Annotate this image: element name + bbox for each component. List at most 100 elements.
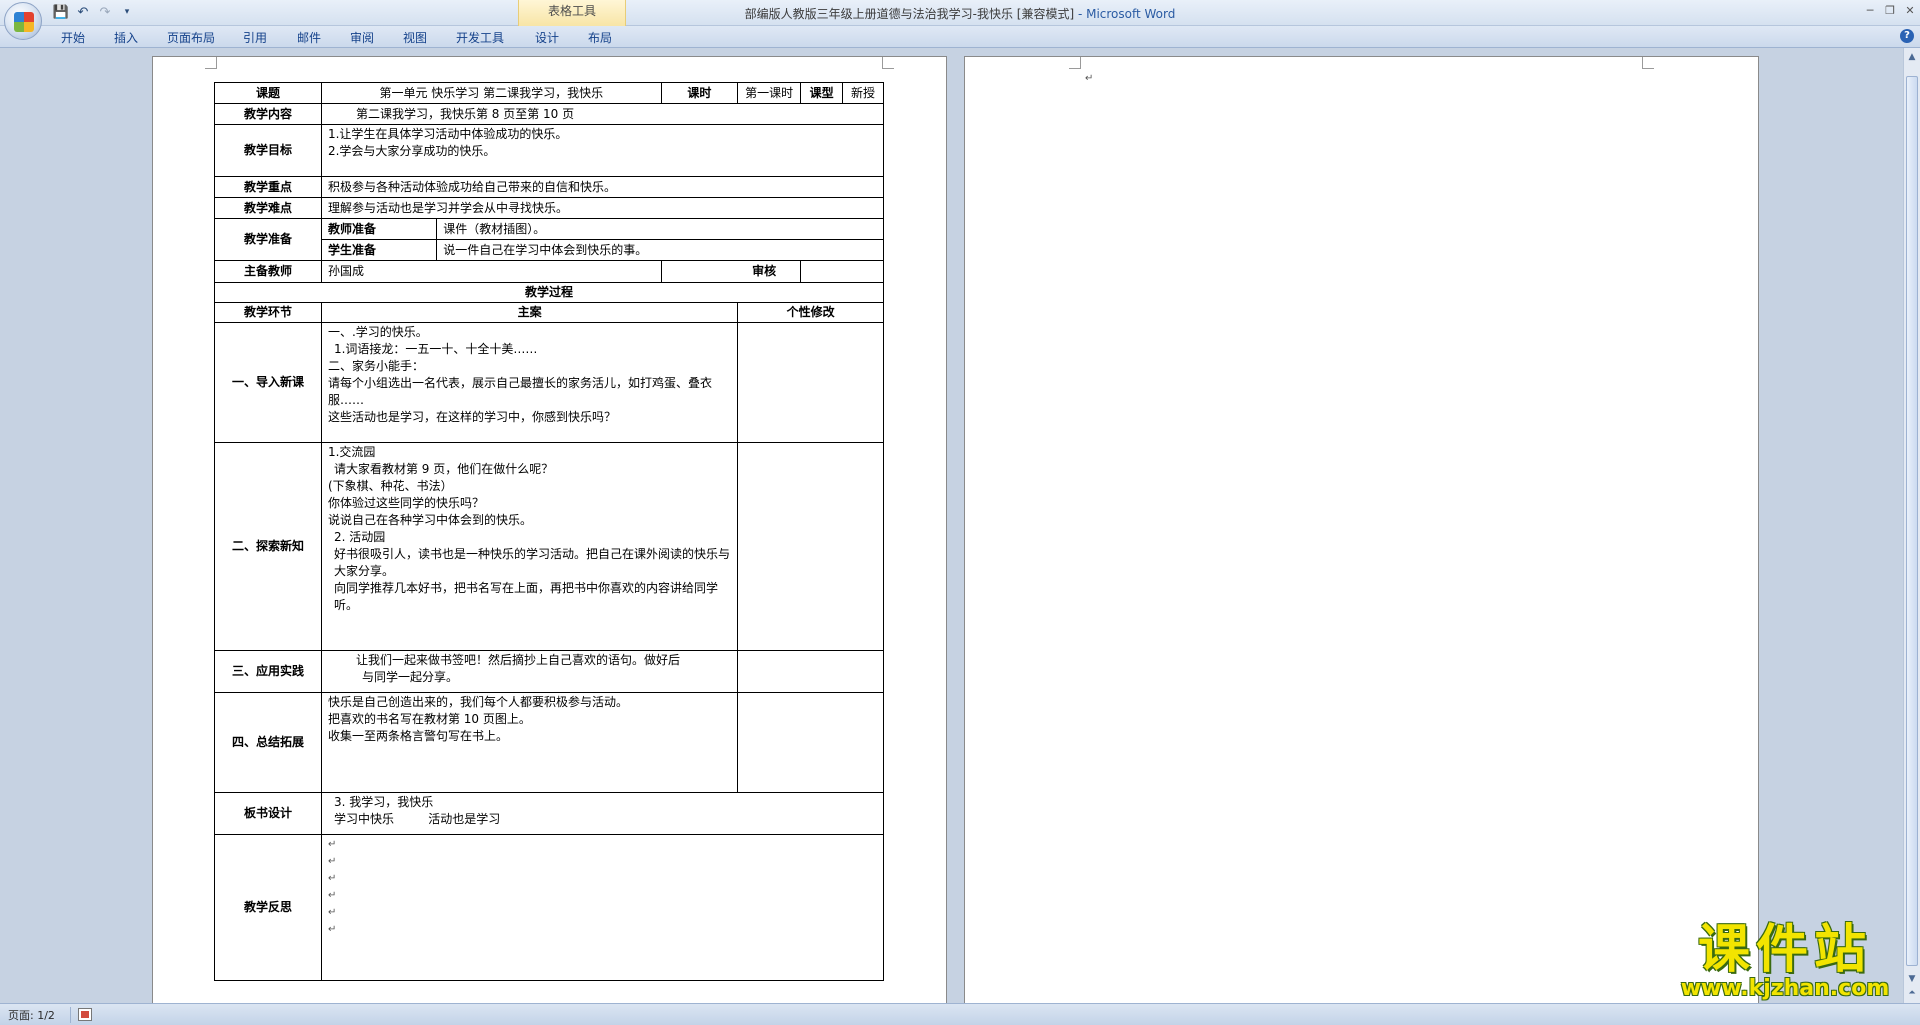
stage-4-personal[interactable] — [737, 692, 884, 793]
type-value[interactable]: 新授 — [842, 82, 884, 104]
board-content[interactable]: 3. 我学习，我快乐 学习中快乐 活动也是学习 — [320, 792, 885, 835]
main-teacher-value[interactable]: 孙国成 — [320, 260, 662, 283]
ribbon-tabs: 开始 插入 页面布局 引用 邮件 审阅 视图 开发工具 设计 布局 — [0, 26, 1920, 48]
topic-value[interactable]: 第一单元 快乐学习 第二课我学习，我快乐 — [320, 82, 662, 104]
scroll-up-icon[interactable]: ▲ — [1905, 50, 1919, 64]
help-icon[interactable]: ? — [1900, 29, 1914, 43]
tab-insert[interactable]: 插入 — [114, 29, 138, 47]
review-value[interactable] — [800, 260, 884, 283]
key-value[interactable]: 积极参与各种活动体验成功给自己带来的自信和快乐。 — [320, 176, 885, 198]
document-title: 部编版人教版三年级上册道德与法治我学习-我快乐 [兼容模式] — [744, 7, 1075, 21]
watermark-url: www.kjzhan.com — [1680, 976, 1890, 1001]
tab-view[interactable]: 视图 — [403, 29, 427, 47]
stage-line: (下象棋、种花、书法） — [327, 479, 453, 493]
stage-line: 与同学一起分享。 — [361, 670, 458, 684]
office-button[interactable] — [4, 2, 42, 40]
process-title-row: 教学过程 — [214, 282, 884, 303]
reflection-row: 教学反思 ↵ ↵ ↵ ↵ ↵ ↵ — [214, 834, 885, 981]
paragraph-mark: ↵ — [327, 907, 337, 918]
prep-label: 教学准备 — [214, 218, 322, 261]
restore-icon[interactable]: ❐ — [1880, 3, 1900, 19]
proofing-status-icon[interactable] — [78, 1008, 92, 1021]
stage-line: 2. 活动园 — [333, 530, 386, 544]
stage-1-label: 一、导入新课 — [214, 322, 322, 443]
main-teacher-label: 主备教师 — [214, 260, 322, 283]
crop-mark — [1069, 57, 1081, 69]
stage-line: 这些活动也是学习，在这样的学习中，你感到快乐吗？ — [327, 410, 616, 424]
redo-icon[interactable]: ↷ — [96, 4, 114, 21]
stage-2-personal[interactable] — [737, 442, 884, 651]
stage-line: 好书很吸引人，读书也是一种快乐的学习活动。把自己在课外阅读的快乐与大家分享。 — [333, 547, 730, 578]
previous-page-icon[interactable]: ⏶ — [1905, 986, 1919, 1000]
paragraph-mark: ↵ — [1085, 73, 1094, 84]
minimize-icon[interactable]: ─ — [1860, 3, 1880, 19]
watermark-logo: 课件站 www.kjzhan.com — [1668, 922, 1902, 1004]
content-value[interactable]: 第二课我学习，我快乐第 8 页至第 10 页 — [320, 103, 885, 125]
board-row: 板书设计 3. 我学习，我快乐 学习中快乐 活动也是学习 — [214, 792, 885, 835]
content-row: 教学内容 第二课我学习，我快乐第 8 页至第 10 页 — [214, 103, 885, 125]
paragraph-mark: ↵ — [327, 839, 337, 850]
teacher-row: 主备教师 孙国成 审核 — [214, 260, 884, 283]
stage-1-content[interactable]: 一、.学习的快乐。 1.词语接龙：一五一十、十全十美…… 二、家务小能手： 请每… — [320, 322, 739, 443]
close-icon[interactable]: ✕ — [1900, 3, 1920, 19]
stage-3-content[interactable]: 让我们一起来做书签吧！然后摘抄上自己喜欢的语句。做好后 与同学一起分享。 — [320, 650, 739, 693]
tab-developer[interactable]: 开发工具 — [456, 29, 504, 47]
stage-line: 让我们一起来做书签吧！然后摘抄上自己喜欢的语句。做好后 — [355, 653, 680, 667]
stage-3-personal[interactable] — [737, 650, 884, 693]
key-row: 教学重点 积极参与各种活动体验成功给自己带来的自信和快乐。 — [214, 176, 885, 198]
tab-review[interactable]: 审阅 — [350, 29, 374, 47]
board-line: 3. 我学习，我快乐 — [333, 795, 434, 809]
tab-mailings[interactable]: 邮件 — [297, 29, 321, 47]
stage-2-content[interactable]: 1.交流园 请大家看教材第 9 页，他们在做什么呢？ (下象棋、种花、书法） 你… — [320, 442, 739, 651]
scrollbar-thumb[interactable] — [1906, 76, 1918, 966]
reflection-content[interactable]: ↵ ↵ ↵ ↵ ↵ ↵ — [320, 834, 885, 981]
vertical-scrollbar[interactable]: ▲ ▼ ⏶ — [1903, 48, 1920, 1003]
tab-home[interactable]: 开始 — [61, 29, 85, 47]
stage-line: 1.交流园 — [327, 445, 376, 459]
col-personal-header: 个性修改 — [737, 302, 884, 323]
col-stage-header: 教学环节 — [214, 302, 322, 323]
table-tools-context-label: 表格工具 — [518, 0, 626, 26]
paragraph-mark: ↵ — [327, 873, 337, 884]
stage-line: 收集一至两条格言警句写在书上。 — [327, 729, 508, 743]
crop-mark — [1642, 57, 1654, 69]
content-label: 教学内容 — [214, 103, 322, 125]
scroll-down-icon[interactable]: ▼ — [1905, 972, 1919, 986]
tab-layout[interactable]: 布局 — [588, 29, 612, 47]
topic-row: 课题 第一单元 快乐学习 第二课我学习，我快乐 课时 第一课时 课型 新授 — [214, 82, 884, 104]
stage-line: 快乐是自己创造出来的，我们每个人都要积极参与活动。 — [327, 695, 628, 709]
stage-row-2: 二、探索新知 1.交流园 请大家看教材第 9 页，他们在做什么呢？ (下象棋、种… — [214, 442, 884, 651]
stage-1-personal[interactable] — [737, 322, 884, 443]
difficulty-value[interactable]: 理解参与活动也是学习并学会从中寻找快乐。 — [320, 197, 885, 219]
tab-references[interactable]: 引用 — [243, 29, 267, 47]
teacher-prep-value[interactable]: 课件（教材插图）。 — [436, 218, 884, 240]
teacher-prep-row: 教学准备 教师准备 课件（教材插图）。 — [214, 218, 884, 261]
undo-icon[interactable]: ↶ — [74, 4, 92, 21]
page-2[interactable]: ↵ — [964, 56, 1759, 1003]
stage-4-label: 四、总结拓展 — [214, 692, 322, 793]
goal-value[interactable]: 1.让学生在具体学习活动中体验成功的快乐。 2.学会与大家分享成功的快乐。 — [320, 124, 885, 177]
goal-row: 教学目标 1.让学生在具体学习活动中体验成功的快乐。 2.学会与大家分享成功的快… — [214, 124, 885, 177]
stage-4-content[interactable]: 快乐是自己创造出来的，我们每个人都要积极参与活动。 把喜欢的书名写在教材第 10… — [320, 692, 739, 793]
student-prep-value[interactable]: 说一件自己在学习中体会到快乐的事。 — [436, 239, 884, 261]
stage-row-4: 四、总结拓展 快乐是自己创造出来的，我们每个人都要积极参与活动。 把喜欢的书名写… — [214, 692, 884, 793]
period-label: 课时 — [660, 82, 739, 104]
difficulty-label: 教学难点 — [214, 197, 322, 219]
page-indicator[interactable]: 页面: 1/2 — [8, 1007, 55, 1023]
tab-design[interactable]: 设计 — [535, 29, 559, 47]
period-value[interactable]: 第一课时 — [737, 82, 802, 104]
stage-row-1: 一、导入新课 一、.学习的快乐。 1.词语接龙：一五一十、十全十美…… 二、家务… — [214, 322, 884, 443]
tab-page-layout[interactable]: 页面布局 — [167, 29, 215, 47]
key-label: 教学重点 — [214, 176, 322, 198]
process-title: 教学过程 — [214, 282, 884, 303]
paragraph-mark: ↵ — [327, 924, 337, 935]
topic-label: 课题 — [214, 82, 322, 104]
crop-mark — [205, 57, 217, 69]
review-label: 审核 — [660, 260, 802, 283]
customize-quick-access-icon[interactable]: ▾ — [118, 4, 136, 21]
difficulty-row: 教学难点 理解参与活动也是学习并学会从中寻找快乐。 — [214, 197, 885, 219]
stage-line: 请大家看教材第 9 页，他们在做什么呢？ — [333, 462, 554, 476]
stage-line: 请每个小组选出一名代表，展示自己最擅长的家务活儿，如打鸡蛋、叠衣服…… — [327, 376, 712, 407]
save-icon[interactable]: 💾 — [52, 4, 70, 21]
stage-2-label: 二、探索新知 — [214, 442, 322, 651]
